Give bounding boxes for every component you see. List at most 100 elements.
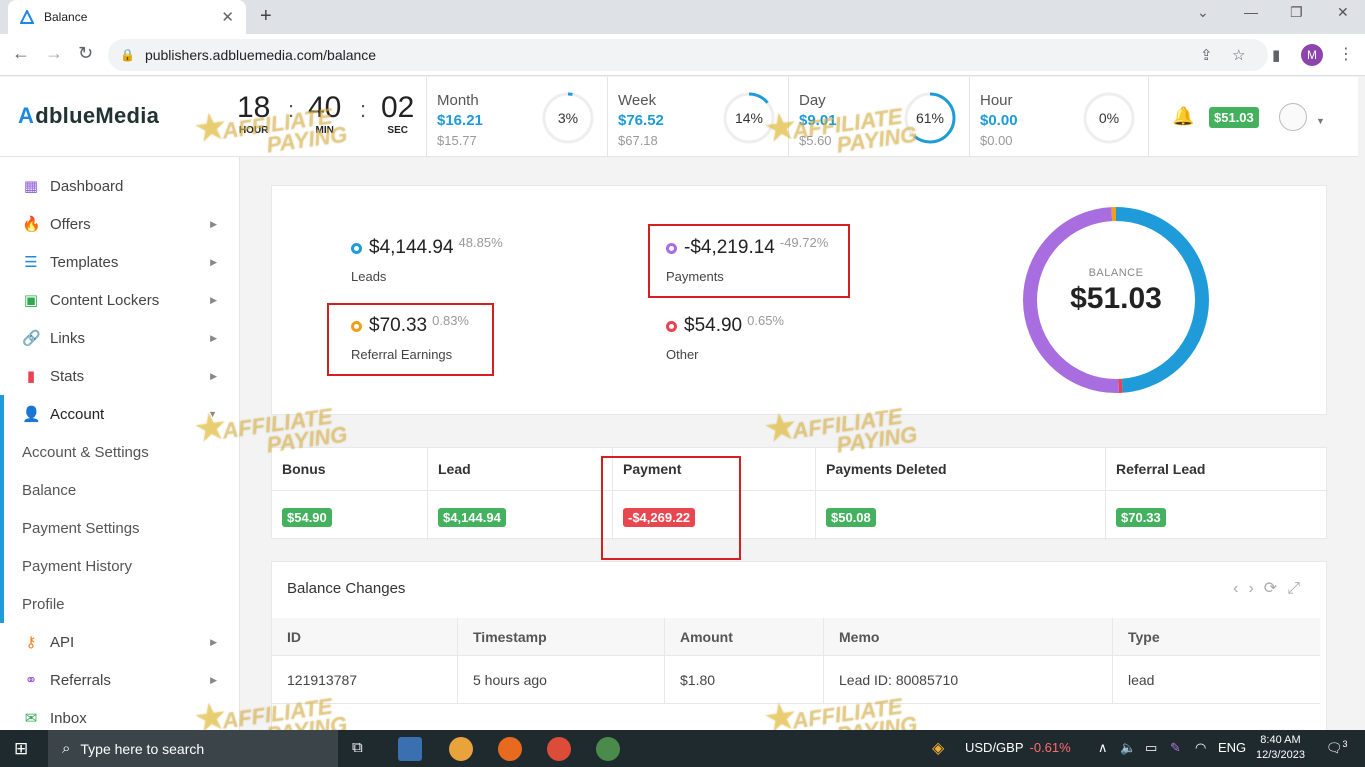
sidebar-item-content-lockers[interactable]: ▣ Content Lockers ▶ [0, 281, 239, 319]
stat-previous: $5.60 [799, 133, 832, 148]
link-icon: 🔗 [22, 330, 41, 347]
taskbar-app-icon[interactable] [398, 737, 422, 761]
totals-table: Bonus $54.90 Lead $4,144.94 Payment -$4,… [271, 447, 1328, 540]
lock-icon: 🔒 [120, 48, 135, 62]
pen-icon[interactable]: ✎ [1170, 740, 1181, 756]
cell-type: lead [1128, 671, 1155, 688]
side-panel-icon[interactable]: ▮ [1272, 46, 1280, 64]
sidebar-subitem-payment-settings[interactable]: Payment Settings [0, 509, 239, 547]
taskbar-search[interactable]: ⌕ Type here to search [48, 730, 338, 767]
fire-icon: 🔥 [22, 216, 41, 233]
browser-tab-strip: Balance ✕ + ⌄ — ❐ ✕ [0, 0, 1365, 34]
sidebar-subitem-balance[interactable]: Balance [0, 471, 239, 509]
totals-col-referral-lead: Referral Lead $70.33 [1106, 448, 1328, 540]
sidebar-item-referrals[interactable]: ⚭ Referrals ▶ [0, 661, 239, 699]
chevron-up-icon[interactable]: ∧ [1098, 740, 1108, 756]
notification-center-icon[interactable]: 🗨3 [1326, 739, 1348, 756]
col-header-memo[interactable]: Memo [824, 618, 1113, 655]
wifi-icon[interactable]: ◠ [1195, 740, 1206, 756]
reload-icon[interactable]: ↻ [78, 43, 93, 64]
dashboard-icon: ▦ [23, 178, 39, 195]
windows-start-icon[interactable]: ⊞ [14, 739, 28, 759]
speaker-icon[interactable]: 🔈 [1120, 740, 1136, 756]
notification-bell-icon[interactable]: 🔔 [1172, 106, 1194, 127]
language-indicator[interactable]: ENG [1218, 740, 1246, 755]
url-field[interactable]: 🔒 publishers.adbluemedia.com/balance [108, 39, 1268, 71]
col-header-type[interactable]: Type [1113, 618, 1320, 655]
col-header-id[interactable]: ID [272, 618, 458, 655]
sidebar-item-api[interactable]: ⚷ API ▶ [0, 623, 239, 661]
sidebar-item-account[interactable]: 👤 Account ▼ [0, 395, 239, 433]
user-avatar[interactable] [1279, 103, 1307, 131]
expand-icon[interactable]: ⤢ [1287, 580, 1310, 597]
firefox-icon[interactable] [498, 737, 522, 761]
chrome-profile-icon[interactable] [596, 737, 620, 761]
other-amount: $54.90 [684, 315, 743, 336]
next-icon[interactable]: › [1248, 580, 1263, 597]
panel-title: Balance Changes [287, 580, 406, 597]
sidebar-item-label: Inbox [50, 709, 87, 727]
totals-col-payments-deleted: Payments Deleted $50.08 [816, 448, 1106, 540]
stat-hour: Hour $0.00 $0.00 0% [969, 77, 1149, 156]
battery-icon[interactable]: ▭ [1145, 740, 1157, 756]
envelope-icon: ✉ [24, 710, 38, 727]
sidebar-item-label: Content Lockers [50, 291, 160, 309]
chrome-icon[interactable] [449, 737, 473, 761]
totals-header: Payments Deleted [826, 461, 947, 477]
stat-name: Day [799, 92, 826, 109]
leads-label: Leads [351, 269, 387, 284]
close-tab-icon[interactable]: ✕ [221, 8, 234, 26]
chevron-right-icon: ▶ [210, 256, 217, 267]
chrome-icon[interactable] [547, 737, 571, 761]
close-window-icon[interactable]: ✕ [1337, 4, 1349, 21]
totals-value-badge: $4,144.94 [438, 508, 506, 527]
ticker-value: -0.61% [1029, 740, 1071, 755]
sidebar-item-templates[interactable]: ☰ Templates ▶ [0, 243, 239, 281]
chevron-down-icon[interactable]: ▼ [1316, 116, 1325, 126]
stat-current: $76.52 [618, 112, 664, 129]
browser-menu-icon[interactable]: ⋮ [1338, 44, 1354, 64]
share-icon[interactable]: ⇪ [1200, 46, 1213, 64]
minimize-icon[interactable]: — [1244, 4, 1258, 20]
tab-search-icon[interactable]: ⌄ [1197, 4, 1209, 21]
col-header-amount[interactable]: Amount [665, 618, 824, 655]
stat-previous: $0.00 [980, 133, 1013, 148]
summary-other: $54.90 0.65% Other [666, 313, 784, 362]
forward-icon[interactable]: → [45, 43, 63, 64]
sidebar-item-label: Links [50, 329, 86, 347]
prev-icon[interactable]: ‹ [1233, 580, 1248, 597]
taskbar-date: 12/3/2023 [1256, 749, 1305, 761]
logo-text: dblueMedia [35, 103, 160, 128]
adbluemedia-favicon-icon [20, 10, 34, 24]
restore-icon[interactable]: ❐ [1290, 4, 1303, 21]
new-tab-icon[interactable]: + [260, 5, 272, 28]
currency-ticker[interactable]: USD/GBP -0.61% [965, 740, 1071, 755]
taskbar-clock[interactable]: 8:40 AM 12/3/2023 [1256, 733, 1305, 763]
bookmark-star-icon[interactable]: ☆ [1232, 46, 1245, 64]
sidebar-item-dashboard[interactable]: ▦ Dashboard [0, 167, 239, 205]
adbluemedia-logo[interactable]: A dblueMedia [18, 103, 159, 129]
sidebar-item-links[interactable]: 🔗 Links ▶ [0, 319, 239, 357]
back-icon[interactable]: ← [12, 43, 30, 64]
stat-day: Day $9.01 $5.60 61% [788, 77, 969, 156]
stat-week: Week $76.52 $67.18 14% [607, 77, 788, 156]
sidebar-item-offers[interactable]: 🔥 Offers ▶ [0, 205, 239, 243]
task-view-icon[interactable]: ⧉ [352, 739, 363, 756]
col-header-timestamp[interactable]: Timestamp [458, 618, 665, 655]
sidebar-item-stats[interactable]: ▮ Stats ▶ [0, 357, 239, 395]
header-balance-badge[interactable]: $51.03 [1209, 107, 1259, 128]
chevron-right-icon: ▶ [210, 370, 217, 381]
browser-profile-avatar[interactable]: M [1301, 44, 1323, 66]
chevron-right-icon: ▶ [210, 294, 217, 305]
sidebar-subitem-payment-history[interactable]: Payment History [0, 547, 239, 585]
cell-id: 121913787 [272, 656, 458, 703]
address-bar-row: ← → ↻ 🔒 publishers.adbluemedia.com/balan… [0, 34, 1365, 76]
sidebar-item-label: Referrals [50, 671, 111, 689]
browser-tab[interactable]: Balance ✕ [8, 0, 246, 34]
clock-minute-value: 40 [308, 91, 342, 124]
clock-hour-label: HOUR [238, 125, 269, 136]
sidebar-subitem-account-settings[interactable]: Account & Settings [0, 433, 239, 471]
sidebar-subitem-profile[interactable]: Profile [0, 585, 239, 623]
sidebar-item-inbox[interactable]: ✉ Inbox [0, 699, 239, 730]
refresh-icon[interactable]: ⟳ [1264, 580, 1287, 597]
